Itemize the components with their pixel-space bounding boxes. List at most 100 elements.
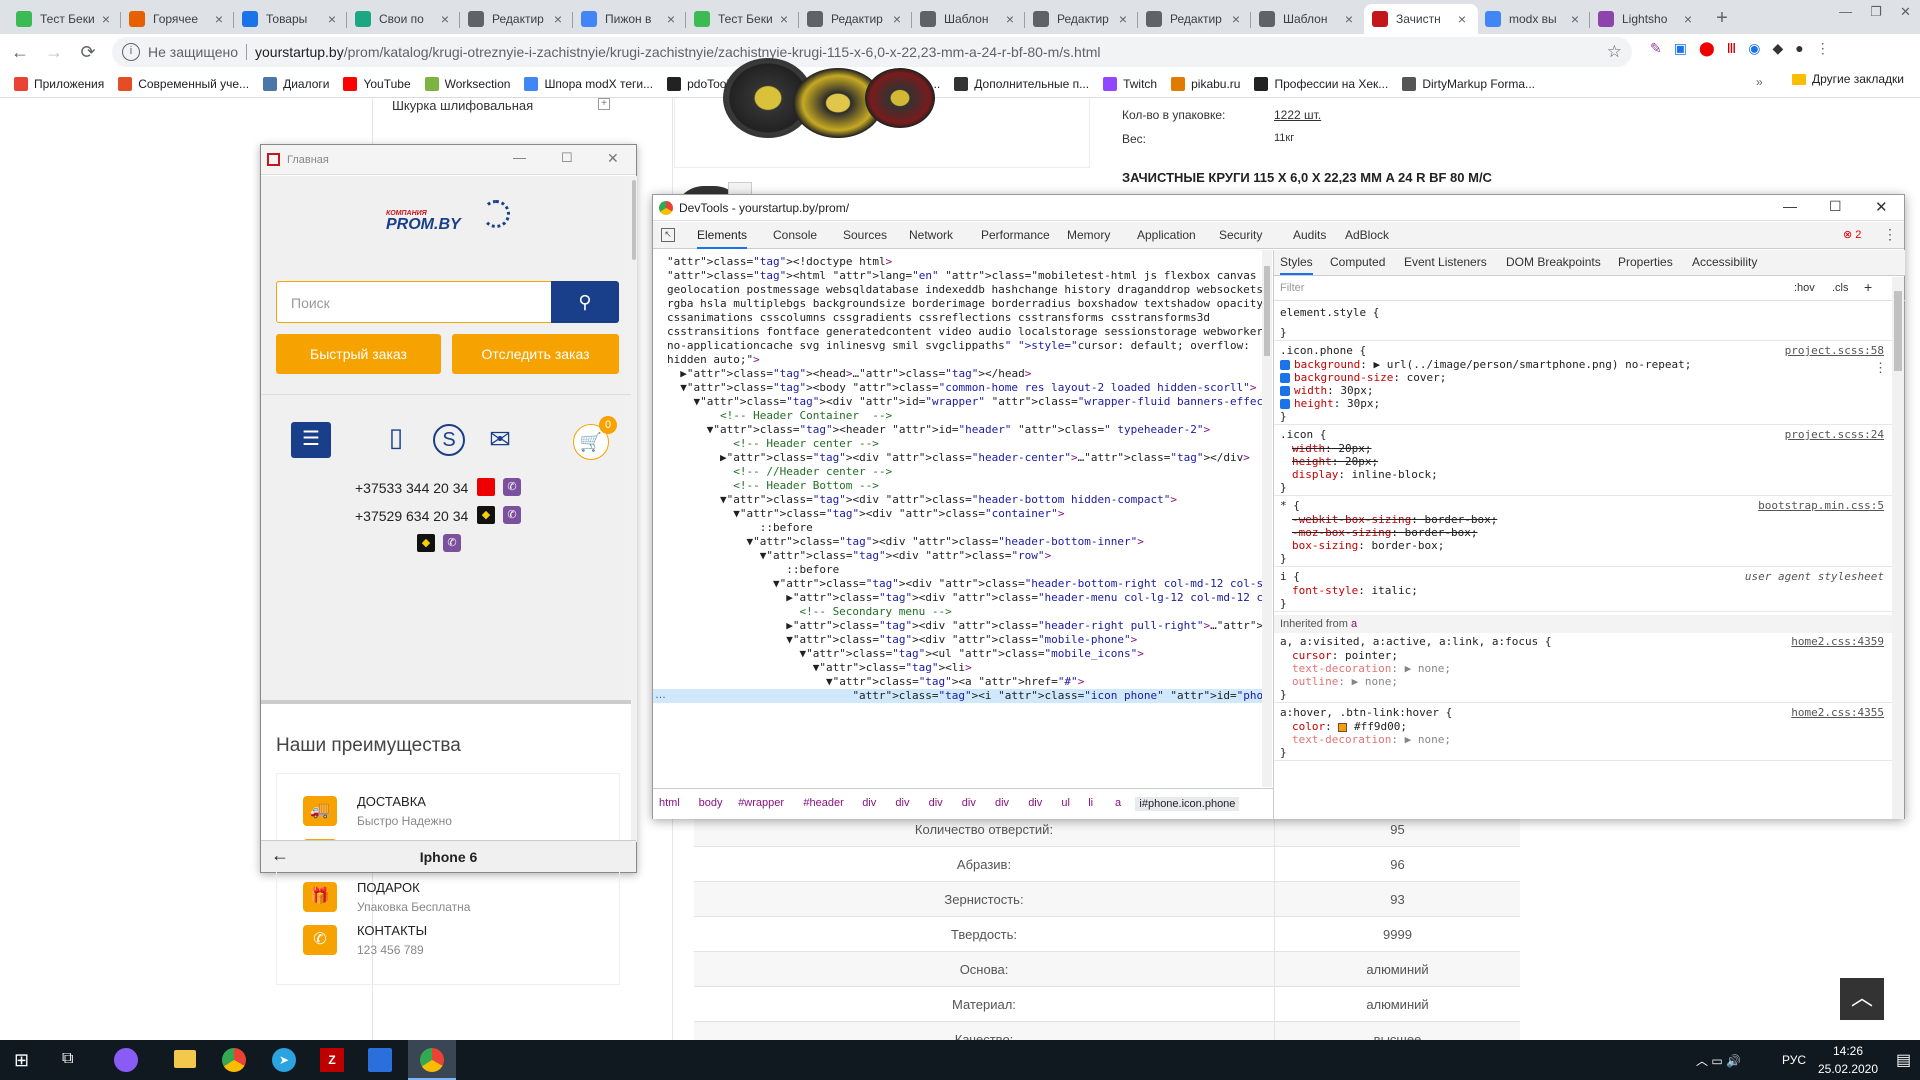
devtools-tab[interactable]: AdBlock <box>1345 222 1389 249</box>
styles-tab[interactable]: Styles <box>1280 250 1313 275</box>
maximize-icon[interactable]: ☐ <box>561 150 573 166</box>
dom-node-line[interactable]: ▼"attr">class="tag"><div "attr">class="r… <box>653 549 1262 563</box>
breadcrumb-item[interactable]: div <box>995 797 1009 809</box>
ext-icon[interactable]: ◉ <box>1748 40 1760 57</box>
styles-tab[interactable]: Event Listeners <box>1404 250 1487 275</box>
style-property[interactable]: display: inline-block; <box>1292 468 1438 482</box>
tab-close-icon[interactable]: × <box>1341 11 1357 27</box>
bookmark-item[interactable]: Диалоги <box>263 76 329 91</box>
bookmark-item[interactable]: Twitch <box>1103 76 1157 91</box>
lightshot-ext-icon[interactable]: ✎ <box>1650 40 1662 57</box>
style-property[interactable]: height: 20px; <box>1292 455 1378 469</box>
cls-toggle[interactable]: .cls <box>1832 282 1849 294</box>
forward-icon[interactable]: → <box>40 38 68 66</box>
styles-tab[interactable]: Accessibility <box>1692 250 1757 275</box>
tab-close-icon[interactable]: × <box>550 11 566 27</box>
browser-tab[interactable]: Тест Беки × <box>686 4 800 34</box>
breadcrumb-item[interactable]: div <box>1028 797 1042 809</box>
breadcrumb-item[interactable]: a <box>1115 797 1121 809</box>
devtools-tab[interactable]: Console <box>773 222 817 249</box>
devtools-tab[interactable]: Audits <box>1293 222 1326 249</box>
style-property[interactable]: font-style: italic; <box>1292 584 1418 598</box>
track-order-button[interactable]: Отследить заказ <box>452 334 619 374</box>
style-property[interactable]: background: ▶ url(../image/person/smartp… <box>1280 358 1691 372</box>
close-icon[interactable]: ✕ <box>607 150 619 167</box>
style-selector[interactable]: .icon { <box>1280 428 1326 442</box>
browser-tab[interactable]: Шаблон × <box>912 4 1026 34</box>
quick-order-button[interactable]: Быстрый заказ <box>276 334 441 374</box>
new-tab-button[interactable]: + <box>1708 4 1736 32</box>
expand-icon[interactable]: + <box>598 98 610 110</box>
filter-input[interactable]: Filter <box>1280 282 1304 294</box>
browser-tab[interactable]: Зачистн × <box>1364 4 1478 34</box>
minimize-icon[interactable]: — <box>1839 4 1852 28</box>
tab-close-icon[interactable]: × <box>1680 11 1696 27</box>
style-property[interactable]: width: 30px; <box>1280 384 1374 398</box>
breadcrumb-item[interactable]: li <box>1088 797 1093 809</box>
dom-node-line[interactable]: no-applicationcache svg inlinesvg smil s… <box>653 339 1262 353</box>
ellipsis-icon[interactable]: … <box>655 689 666 701</box>
tray-icons[interactable]: ︿ ▭ 🔊 <box>1696 1052 1741 1069</box>
devtools-tab[interactable]: Performance <box>981 222 1050 249</box>
style-property[interactable]: text-decoration: ▶ none; <box>1292 662 1451 676</box>
style-selector[interactable]: a, a:visited, a:active, a:link, a:focus … <box>1280 635 1552 649</box>
viber-icon[interactable]: ✆ <box>503 506 521 524</box>
phone-number[interactable]: +37533 344 20 34 <box>355 480 468 496</box>
browser-tab[interactable]: Редактир × <box>460 4 574 34</box>
devtools-tab[interactable]: Security <box>1219 222 1262 249</box>
browser-tab[interactable]: Редактир × <box>1025 4 1139 34</box>
tab-close-icon[interactable]: × <box>1567 11 1583 27</box>
bookmarks-overflow-icon[interactable]: » <box>1756 75 1763 89</box>
reload-icon[interactable]: ⟳ <box>74 38 102 66</box>
active-app-slot[interactable] <box>408 1040 456 1080</box>
dom-node-line[interactable]: ▼"attr">class="tag"><div "attr">class="m… <box>653 633 1262 647</box>
devtools-menu-icon[interactable]: ⋮ <box>1883 226 1897 243</box>
chrome-icon[interactable] <box>222 1048 246 1072</box>
dom-node-line[interactable]: ▼"attr">class="tag"><li> <box>653 661 1262 675</box>
dom-node-line[interactable]: ▼"attr">class="tag"><div "attr">class="h… <box>653 493 1262 507</box>
breadcrumb-item[interactable]: ul <box>1061 797 1070 809</box>
browser-tab[interactable]: modx вы × <box>1477 4 1591 34</box>
style-property[interactable]: background-size: cover; <box>1280 371 1446 385</box>
styles-tab[interactable]: DOM Breakpoints <box>1506 250 1601 275</box>
style-selector[interactable]: element.style { <box>1280 306 1379 320</box>
alice-icon[interactable] <box>114 1048 138 1072</box>
bookmark-item[interactable]: Современный уче... <box>118 76 249 91</box>
color-swatch[interactable] <box>1338 722 1348 732</box>
dom-node-line[interactable]: <!-- //Header center --> <box>653 465 1262 479</box>
browser-tab[interactable]: Lightsho × <box>1590 4 1704 34</box>
dom-node-line[interactable]: ▼"attr">class="tag"><div "attr">id="wrap… <box>653 395 1262 409</box>
style-property[interactable]: box-sizing: border-box; <box>1292 539 1444 553</box>
style-property[interactable]: outline: ▶ none; <box>1292 675 1398 689</box>
adblock-ext-icon[interactable]: ⬤ <box>1699 40 1715 57</box>
tab-close-icon[interactable]: × <box>776 11 792 27</box>
dom-node-line[interactable]: ▼"attr">class="tag"><header "attr">id="h… <box>653 423 1262 437</box>
dom-node-line[interactable]: <!-- Header center --> <box>653 437 1262 451</box>
tab-close-icon[interactable]: × <box>1454 11 1470 27</box>
style-source-link[interactable]: project.scss:24 <box>1674 428 1884 442</box>
checkbox-icon[interactable] <box>1280 399 1290 409</box>
notifications-icon[interactable]: ▤ <box>1896 1050 1911 1070</box>
more-options-icon[interactable]: ⋮ <box>1874 360 1887 376</box>
breadcrumb-item[interactable]: #wrapper <box>738 797 784 809</box>
menu-kebab-icon[interactable]: ⋮ <box>1816 40 1830 57</box>
close-icon[interactable]: ✕ <box>1875 198 1888 216</box>
bookmark-item[interactable]: Шпора modX теги... <box>524 76 653 91</box>
browser-tab[interactable]: Пижон в × <box>573 4 687 34</box>
sidebar-item-label[interactable]: Шкурка шлифовальная <box>392 98 533 113</box>
browser-tab[interactable]: Редактир × <box>799 4 913 34</box>
dom-node-line[interactable]: cssanimations csscolumns cssgradients cs… <box>653 311 1262 325</box>
tab-close-icon[interactable]: × <box>324 11 340 27</box>
browser-tab[interactable]: Редактир × <box>1138 4 1252 34</box>
scrollbar-thumb[interactable] <box>1894 291 1902 371</box>
tab-close-icon[interactable]: × <box>437 11 453 27</box>
dom-node-line[interactable]: ▼"attr">class="tag"><a "attr">href="#"> <box>653 675 1262 689</box>
search-input[interactable]: Поиск <box>276 281 556 323</box>
dom-node-line[interactable]: geolocation postmessage websqldatabase i… <box>653 283 1262 297</box>
clock-date[interactable]: 25.02.2020 <box>1808 1062 1888 1076</box>
style-selector[interactable]: .icon.phone { <box>1280 344 1366 358</box>
skype-icon[interactable]: S <box>433 424 465 456</box>
telegram-icon[interactable]: ➤ <box>272 1048 296 1072</box>
filezilla-icon[interactable]: Z <box>320 1048 344 1072</box>
error-count[interactable]: ⊗ 2 <box>1843 228 1861 241</box>
